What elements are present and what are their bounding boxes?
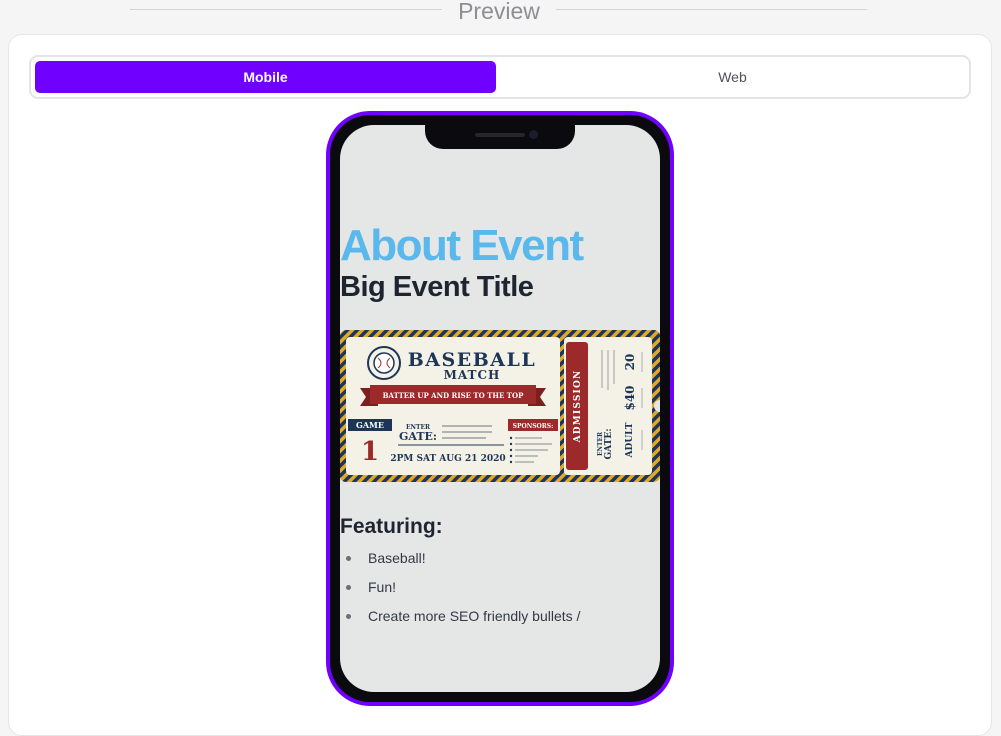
ticket-stub-enter: ENTER [597,431,604,456]
phone-frame: About Event Big Event Title BASEBALL MAT… [326,111,674,706]
ticket-stub-price: $40 [623,385,637,410]
phone-screen: About Event Big Event Title BASEBALL MAT… [340,125,660,692]
speaker-grille [475,133,525,137]
ticket-datetime: 2PM SAT AUG 21 2020 [390,454,505,464]
section-title: Preview [458,0,540,24]
ticket-gate-label: GATE: [399,430,437,443]
ticket-subtitle: MATCH [444,368,501,382]
ticket-stub-number: 20 [623,354,637,371]
header-divider-right [556,9,867,10]
view-toggle: Mobile Web [29,55,971,99]
ticket-game-label: GAME [356,420,384,430]
ticket-game-number: 1 [361,437,379,467]
ticket-stub-gate: GATE: [604,428,614,459]
ticket-sponsors-label: SPONSORS: [513,423,554,430]
list-item: Fun! [340,578,580,607]
ticket-image: BASEBALL MATCH BATTER UP AND RISE TO THE… [340,330,660,482]
list-item: Baseball! [340,549,580,578]
web-tab[interactable]: Web [500,61,965,93]
feature-list: Baseball! Fun! Create more SEO friendly … [340,549,580,636]
phone-notch [425,115,575,149]
about-heading: About Event [340,221,584,270]
mobile-tab[interactable]: Mobile [35,61,496,93]
camera-icon [529,130,538,139]
ticket-tagline: BATTER UP AND RISE TO THE TOP [383,391,524,400]
ticket-stub-adult: ADULT [625,422,635,458]
header-divider-left [130,9,442,10]
featuring-heading: Featuring: [340,515,443,538]
ticket-admission-label: ADMISSION [573,370,583,444]
preview-card: Mobile Web About Event Big Event Title B… [8,34,992,736]
list-item: Create more SEO friendly bullets / [340,607,580,636]
event-title: Big Event Title [340,271,534,303]
